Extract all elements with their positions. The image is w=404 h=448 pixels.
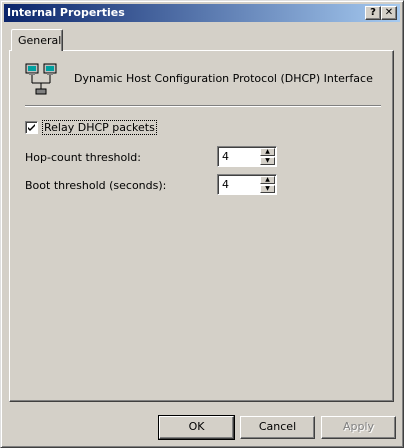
window-title: Internal Properties: [7, 6, 125, 19]
general-tab-panel: [9, 50, 394, 402]
title-bar[interactable]: Internal Properties ? ✕: [4, 4, 400, 22]
help-button[interactable]: ?: [365, 6, 381, 20]
cancel-button[interactable]: Cancel: [240, 416, 315, 439]
ok-button[interactable]: OK: [158, 415, 235, 440]
apply-button[interactable]: Apply: [321, 416, 396, 439]
close-button[interactable]: ✕: [381, 6, 397, 20]
tab-general-label: General: [18, 34, 62, 47]
properties-dialog: Internal Properties ? ✕ General Dynamic …: [0, 0, 404, 448]
tab-general[interactable]: General: [11, 29, 63, 51]
